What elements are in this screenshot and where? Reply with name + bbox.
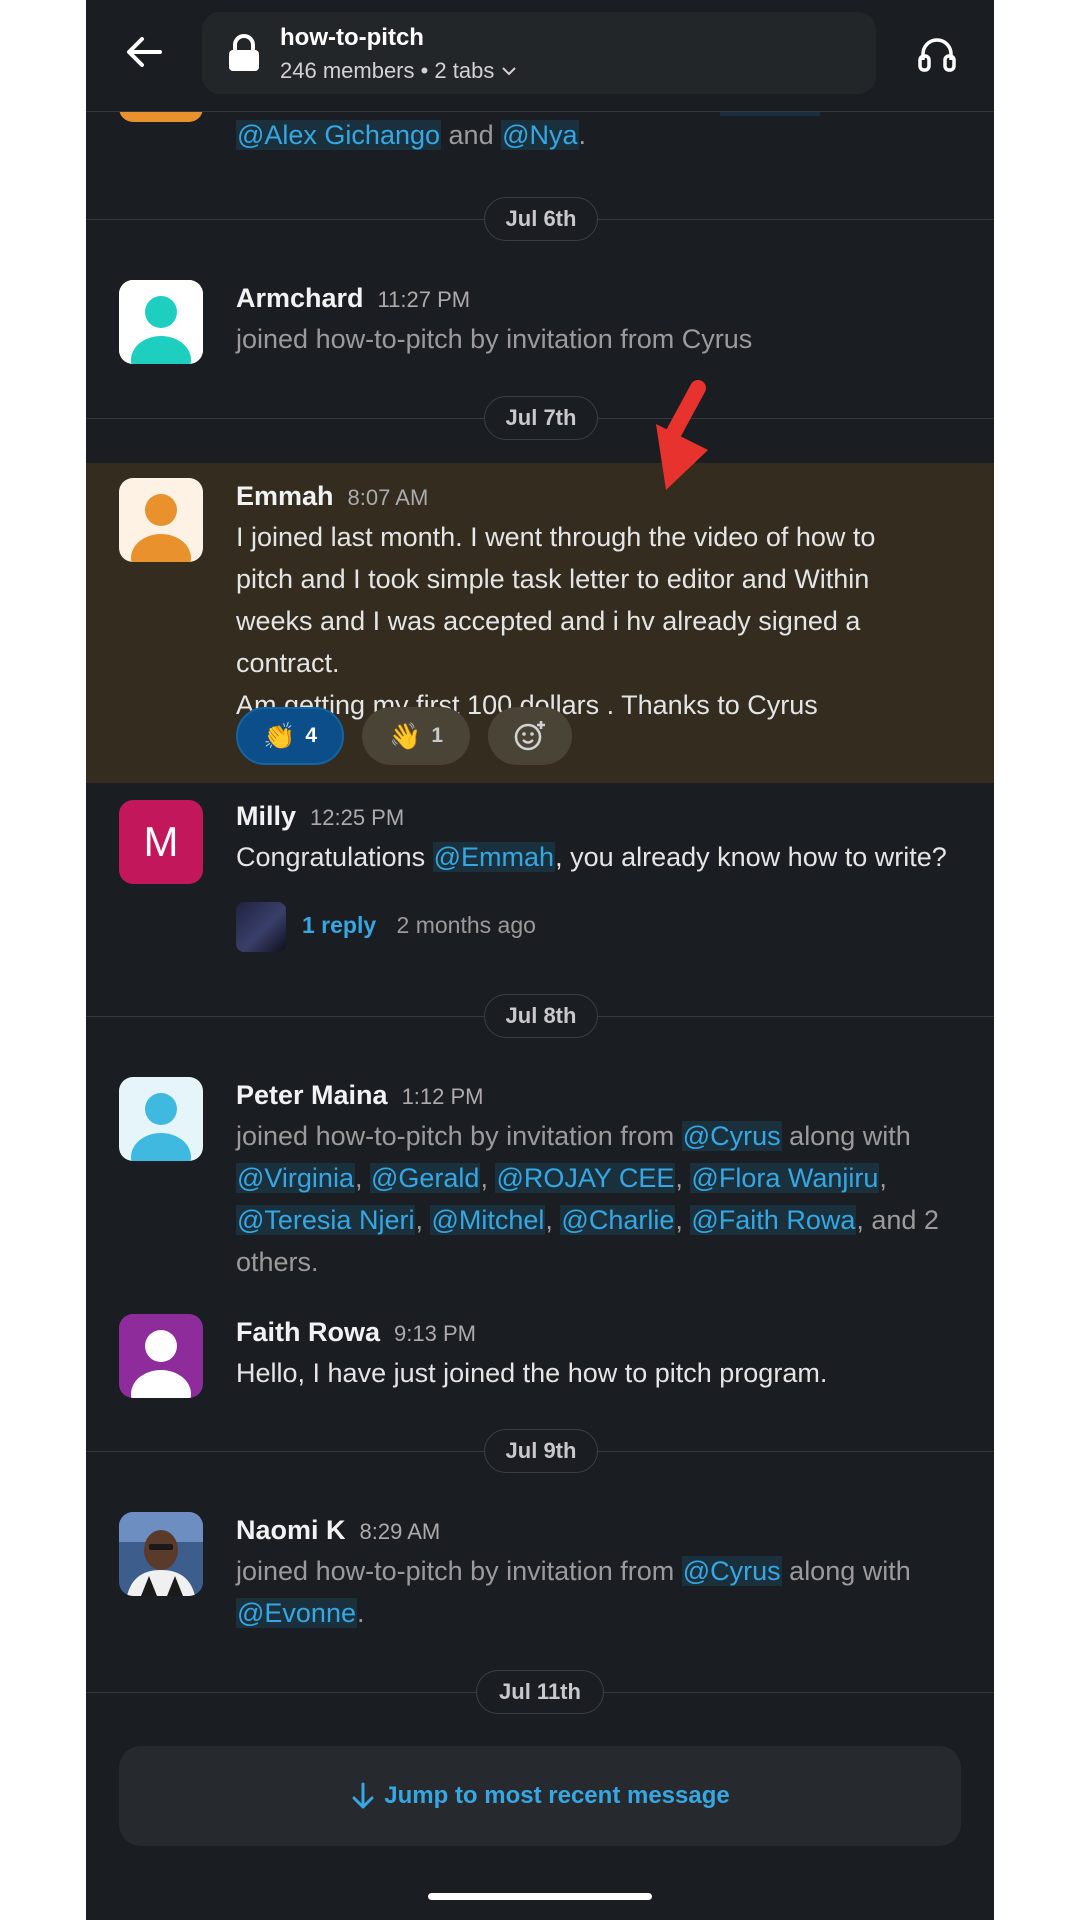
mention-faith-rowa[interactable]: @Faith Rowa [690,1205,857,1235]
text-segment: others. [236,1247,319,1277]
user-photo-icon [119,1512,203,1596]
thread-reply-avatar[interactable] [236,902,286,952]
mention-alex[interactable]: @Alex Gichango [236,120,442,150]
mention-evonne[interactable]: @Evonne [236,1598,357,1628]
thread-reply-summary[interactable]: 1 reply 2 months ago [302,912,536,939]
user-silhouette-icon [119,280,203,364]
back-arrow-icon[interactable] [122,30,166,74]
message-line: I joined last month. I went through the … [236,522,876,552]
author-name[interactable]: Armchard [236,283,364,313]
timestamp: 8:07 AM [347,485,429,510]
red-arrow-annotation [656,380,708,490]
mention-rojay-cee[interactable]: @ROJAY CEE [495,1163,676,1193]
avatar-letter: M [143,818,179,865]
author-name[interactable]: Emmah [236,481,334,511]
mention-charlie[interactable]: @Charlie [560,1205,676,1235]
text-segment: along with [789,1121,911,1151]
period: . [578,120,587,150]
mention-cyrus[interactable]: @Cyrus [681,1121,782,1151]
mention-virginia[interactable]: @Virginia [236,1163,355,1193]
partial-message-text: @Alex Gichango and @Nya. [236,114,964,156]
text-segment: , and 2 [856,1205,939,1235]
avatar[interactable] [119,478,203,562]
and-text: and [448,120,494,150]
reply-count-link[interactable]: 1 reply [302,912,376,938]
channel-meta-text: 246 members • 2 tabs [280,58,495,83]
author-name[interactable]: Naomi K [236,1515,346,1545]
message-line: Am getting my first 100 dollars . Thanks… [236,690,818,720]
clap-emoji-icon: 👏 [262,720,296,751]
lock-icon [229,34,259,71]
user-silhouette-icon [119,1077,203,1161]
avatar[interactable] [119,1512,203,1596]
text-segment: joined how-to-pitch by invitation from [236,1121,675,1151]
channel-info-button[interactable]: how-to-pitch 246 members • 2 tabs [202,12,876,94]
text-segment: along with [789,1556,911,1586]
text-segment: . [356,1598,365,1628]
message-text: joined how-to-pitch by invitation from @… [236,1121,939,1277]
author-name[interactable]: Peter Maina [236,1080,388,1110]
jump-label: Jump to most recent message [384,1782,730,1809]
reaction-clap[interactable]: 👏 4 [236,707,344,765]
arrow-down-icon [352,1782,374,1809]
date-divider-jul-9[interactable]: Jul 9th [484,1429,598,1473]
wave-emoji-icon: 👋 [388,720,422,751]
date-divider-jul-7[interactable]: Jul 7th [484,396,598,440]
message-text: Hello, I have just joined the how to pit… [236,1358,828,1388]
channel-name: how-to-pitch [280,24,424,51]
reaction-wave[interactable]: 👋 1 [362,707,470,765]
avatar[interactable] [119,280,203,364]
reply-time: 2 months ago [396,912,536,938]
channel-meta: 246 members • 2 tabs [280,58,518,84]
timestamp: 8:29 AM [359,1519,441,1544]
chevron-down-icon [502,67,517,76]
add-reaction-button[interactable] [488,707,572,765]
channel-header: how-to-pitch 246 members • 2 tabs [86,0,994,112]
message-text: Congratulations @Emmah, you already know… [236,836,964,878]
message-text: joined how-to-pitch by invitation from @… [236,1550,964,1634]
mention-nya[interactable]: @Nya [501,120,579,150]
text-segment: joined how-to-pitch by invitation from [236,1556,675,1586]
home-indicator[interactable] [428,1893,652,1900]
user-silhouette-icon [119,478,203,562]
message-line: weeks and I was accepted and i hv alread… [236,606,861,678]
reaction-count: 1 [431,724,444,747]
mention-mitchel[interactable]: @Mitchel [430,1205,546,1235]
timestamp: 9:13 PM [394,1321,476,1346]
avatar[interactable]: M [119,800,203,884]
date-divider-jul-6[interactable]: Jul 6th [484,197,598,241]
add-emoji-icon [514,721,545,751]
message-text: joined how-to-pitch by invitation from C… [236,324,753,354]
date-divider-jul-8[interactable]: Jul 8th [484,994,598,1038]
author-name[interactable]: Faith Rowa [236,1317,380,1347]
mention-emmah[interactable]: @Emmah [432,842,556,872]
timestamp: 12:25 PM [310,805,405,830]
author-name[interactable]: Milly [236,801,296,831]
mention-flora-wanjiru[interactable]: @Flora Wanjiru [690,1163,880,1193]
avatar[interactable] [119,1314,203,1398]
chat-screen: @Alex Gichango and @Nya. how-to-pitch 24… [86,0,994,1920]
mention-gerald[interactable]: @Gerald [369,1163,481,1193]
message-line: pitch and I took simple task letter to e… [236,564,870,594]
mention-teresia-njeri[interactable]: @Teresia Njeri [236,1205,416,1235]
message-text: I joined last month. I went through the … [236,516,964,726]
text-segment: Congratulations [236,842,433,872]
mention-cyrus[interactable]: @Cyrus [681,1556,782,1586]
huddle-headphones-icon[interactable] [916,32,958,74]
timestamp: 11:27 PM [377,287,471,312]
timestamp: 1:12 PM [401,1084,484,1109]
jump-to-recent-button[interactable]: Jump to most recent message [119,1746,961,1846]
text-segment: , you already know how to write? [555,842,947,872]
avatar[interactable] [119,1077,203,1161]
user-silhouette-icon [119,1314,203,1398]
date-divider-jul-11[interactable]: Jul 11th [476,1670,604,1714]
reaction-count: 4 [305,724,318,747]
